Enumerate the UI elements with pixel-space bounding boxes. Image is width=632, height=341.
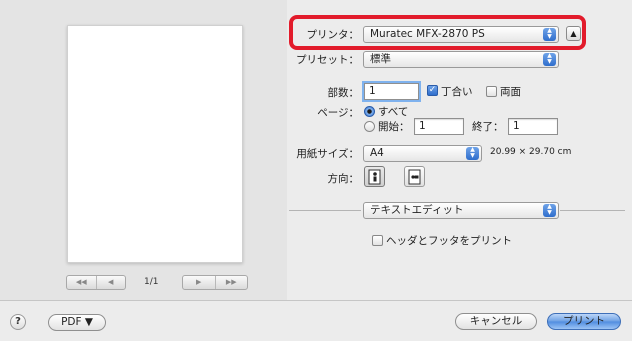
pages-to-field[interactable]: 1 <box>508 118 558 135</box>
print-button[interactable]: プリント <box>547 313 621 330</box>
collated-checkbox[interactable]: ✓ <box>427 85 438 96</box>
next-page-buttons: ▶ ▶▶ <box>182 275 248 290</box>
orientation-label: 方向： <box>327 173 360 185</box>
popup-arrows-icon: ▲ ▼ <box>543 204 556 217</box>
portrait-icon <box>368 169 381 185</box>
preset-popup[interactable]: 標準 ▲ ▼ <box>363 51 559 68</box>
section-divider-right <box>560 210 625 211</box>
pages-range-radio[interactable] <box>364 121 375 132</box>
popup-arrows-icon: ▲ ▼ <box>466 147 479 160</box>
first-page-button[interactable]: ◀◀ <box>67 276 96 289</box>
preset-label: プリセット： <box>296 54 359 66</box>
page-indicator: 1/1 <box>144 277 159 287</box>
last-page-button[interactable]: ▶▶ <box>214 276 248 289</box>
next-page-button[interactable]: ▶ <box>183 276 215 289</box>
prev-page-buttons: ◀◀ ◀ <box>66 275 126 290</box>
printer-highlight-annotation <box>289 15 586 50</box>
pages-label: ページ： <box>317 107 359 119</box>
preset-value: 標準 <box>370 53 391 65</box>
pages-all-label: すべて <box>378 106 409 118</box>
footer-divider <box>0 300 632 301</box>
cancel-button[interactable]: キャンセル <box>455 313 537 330</box>
app-section-value: テキストエディット <box>370 204 464 216</box>
help-icon: ? <box>15 316 21 327</box>
paper-size-label: 用紙サイズ： <box>296 148 359 160</box>
pages-all-radio[interactable] <box>364 106 375 117</box>
pdf-menu-button[interactable]: PDF ▼ <box>48 314 106 331</box>
page-navigator: ◀◀ ◀ 1/1 ▶ ▶▶ <box>66 275 248 290</box>
pages-to-label: 終了： <box>472 121 504 133</box>
paper-dimensions: 20.99 × 29.70 cm <box>490 147 572 157</box>
paper-size-value: A4 <box>370 147 384 159</box>
header-footer-checkbox[interactable] <box>372 235 383 246</box>
header-footer-label: ヘッダとフッタをプリント <box>386 235 512 247</box>
pages-from-field[interactable]: 1 <box>414 118 464 135</box>
page-preview <box>67 25 243 263</box>
copies-field[interactable]: 1 <box>364 83 419 100</box>
collated-label: 丁合い <box>441 86 473 98</box>
landscape-button[interactable] <box>404 166 425 187</box>
help-button[interactable]: ? <box>10 314 26 330</box>
paper-size-popup[interactable]: A4 ▲ ▼ <box>363 145 482 162</box>
popup-arrows-icon: ▲ ▼ <box>543 53 556 66</box>
section-divider-left <box>289 210 361 211</box>
app-section-popup[interactable]: テキストエディット ▲ ▼ <box>363 202 559 219</box>
previous-page-button[interactable]: ◀ <box>95 276 126 289</box>
duplex-checkbox[interactable] <box>486 86 497 97</box>
landscape-icon <box>408 169 421 185</box>
portrait-button[interactable] <box>364 166 385 187</box>
duplex-label: 両面 <box>500 86 521 98</box>
pages-from-label: 開始： <box>378 121 410 133</box>
copies-label: 部数： <box>327 87 360 99</box>
